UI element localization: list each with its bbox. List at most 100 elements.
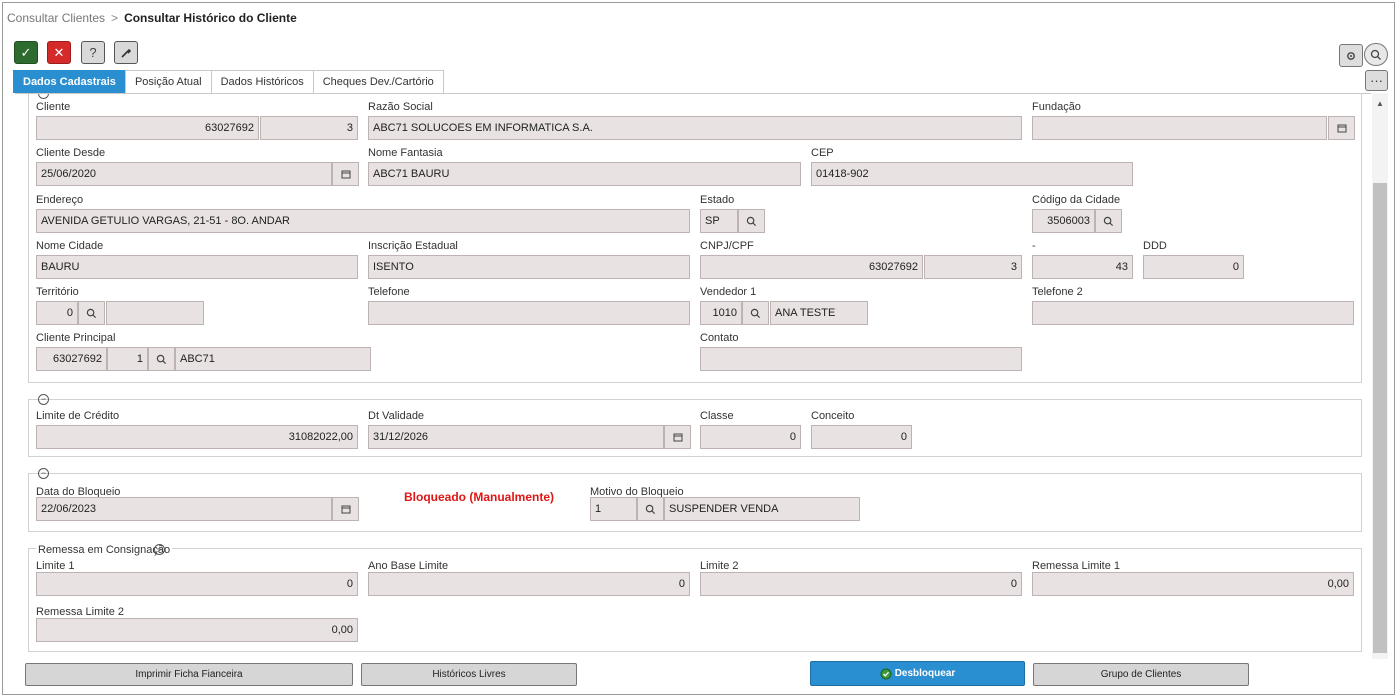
confirm-button[interactable]: ✓ [14, 41, 38, 64]
scrollbar-thumb[interactable] [1373, 183, 1387, 653]
data-bloqueio-calendar-button[interactable] [332, 497, 359, 521]
cep-field[interactable]: 01418-902 [811, 162, 1133, 186]
classe-field[interactable]: 0 [700, 425, 801, 449]
cidade-label: Nome Cidade [36, 240, 104, 252]
data-bloqueio-field[interactable]: 22/06/2023 [36, 497, 332, 521]
dt-validade-field[interactable]: 31/12/2026 [368, 425, 664, 449]
ie-field[interactable]: ISENTO [368, 255, 690, 279]
tab-dados-cadastrais[interactable]: Dados Cadastrais [13, 70, 126, 93]
search-button[interactable] [1364, 43, 1388, 66]
estado-label: Estado [700, 194, 735, 206]
fundacao-field[interactable] [1032, 116, 1327, 140]
vendedor-field[interactable]: 1010 [700, 301, 742, 325]
motivo-bloqueio-field[interactable]: 1 [590, 497, 637, 521]
classe-label: Classe [700, 410, 734, 422]
tab-bar: Dados Cadastrais Posição Atual Dados His… [13, 70, 444, 93]
contato-field[interactable] [700, 347, 1022, 371]
dt-validade-calendar-button[interactable] [664, 425, 691, 449]
cidade-field[interactable]: BAURU [36, 255, 358, 279]
estado-search-button[interactable] [738, 209, 765, 233]
close-icon: ✕ [53, 44, 65, 60]
collapse-icon[interactable]: − [38, 468, 49, 479]
search-icon [156, 354, 167, 364]
ddd-field[interactable]: 0 [1143, 255, 1244, 279]
limite1-field[interactable]: 0 [36, 572, 358, 596]
cliente-seq-field[interactable]: 3 [260, 116, 358, 140]
cancel-button[interactable]: ✕ [47, 41, 71, 64]
telefone-label: Telefone [368, 286, 410, 298]
gear-icon [1347, 51, 1355, 60]
tools-button[interactable] [114, 41, 138, 64]
cliente-principal-seq-field[interactable]: 1 [107, 347, 148, 371]
remessa-limite2-label: Remessa Limite 2 [36, 606, 125, 618]
panel-cadastro: − Cliente 63027692 3 Razão Social ABC71 … [28, 94, 1362, 383]
cliente-principal-nome-field[interactable]: ABC71 [175, 347, 371, 371]
remessa-limite1-field[interactable]: 0,00 [1032, 572, 1354, 596]
fantasia-field[interactable]: ABC71 BAURU [368, 162, 801, 186]
historicos-livres-button[interactable]: Históricos Livres [361, 663, 577, 686]
breadcrumb-separator: > [111, 11, 119, 25]
motivo-desc-field[interactable]: SUSPENDER VENDA [664, 497, 860, 521]
cnpj-label: CNPJ/CPF [700, 240, 754, 252]
vendedor-nome-field[interactable]: ANA TESTE [770, 301, 868, 325]
ano-base-field[interactable]: 0 [368, 572, 690, 596]
cod-cidade-search-button[interactable] [1095, 209, 1122, 233]
vendedor-label: Vendedor 1 [700, 286, 757, 298]
form-content: − Cliente 63027692 3 Razão Social ABC71 … [15, 93, 1371, 659]
collapse-icon[interactable]: − [38, 94, 49, 99]
cliente-desde-field[interactable]: 25/06/2020 [36, 162, 332, 186]
unlock-icon [880, 668, 892, 679]
collapse-icon[interactable]: − [38, 394, 49, 405]
cnpj-field[interactable]: 63027692 [700, 255, 923, 279]
tab-cheques[interactable]: Cheques Dev./Cartório [312, 70, 444, 93]
breadcrumb: Consultar Clientes > Consultar Histórico d… [7, 11, 297, 25]
limite2-field[interactable]: 0 [700, 572, 1022, 596]
panel-bloqueio: − Data do Bloqueio 22/06/2023 Bloqueado … [28, 468, 1362, 532]
settings-button[interactable] [1339, 44, 1363, 67]
search-icon [1103, 216, 1114, 226]
wrench-icon [121, 48, 132, 58]
conceito-field[interactable]: 0 [811, 425, 912, 449]
estado-field[interactable]: SP [700, 209, 738, 233]
collapse-icon[interactable]: − [154, 544, 165, 555]
dash-field[interactable]: 43 [1032, 255, 1133, 279]
territorio-label: Território [36, 286, 79, 298]
telefone-field[interactable] [368, 301, 690, 325]
motivo-search-button[interactable] [637, 497, 664, 521]
fundacao-label: Fundação [1032, 101, 1081, 113]
cliente-principal-field[interactable]: 63027692 [36, 347, 107, 371]
desbloquear-label: Desbloquear [894, 668, 956, 679]
more-options-button[interactable]: ··· [1365, 70, 1388, 91]
cliente-field[interactable]: 63027692 [36, 116, 259, 140]
cod-cidade-field[interactable]: 3506003 [1032, 209, 1095, 233]
cnpj-seq-field[interactable]: 3 [924, 255, 1022, 279]
tab-posicao-atual[interactable]: Posição Atual [124, 70, 212, 93]
endereco-field[interactable]: AVENIDA GETULIO VARGAS, 21-51 - 8O. ANDA… [36, 209, 690, 233]
remessa-limite1-label: Remessa Limite 1 [1032, 560, 1121, 572]
help-button[interactable]: ? [81, 41, 105, 64]
territorio-field[interactable]: 0 [36, 301, 78, 325]
calendar-icon [341, 170, 350, 179]
imprimir-ficha-button[interactable]: Imprimir Ficha Fianceira [25, 663, 353, 686]
scroll-up-icon[interactable]: ▲ [1376, 99, 1384, 108]
search-icon [1370, 49, 1381, 60]
remessa-limite2-field[interactable]: 0,00 [36, 618, 358, 642]
vertical-scrollbar[interactable]: ▲ [1372, 93, 1388, 659]
calendar-icon [1337, 124, 1346, 133]
razao-field[interactable]: ABC71 SOLUCOES EM INFORMATICA S.A. [368, 116, 1022, 140]
cliente-principal-search-button[interactable] [148, 347, 175, 371]
calendar-icon [673, 433, 682, 442]
contato-label: Contato [700, 332, 739, 344]
grupo-clientes-button[interactable]: Grupo de Clientes [1033, 663, 1249, 686]
territorio-desc-field[interactable] [106, 301, 204, 325]
breadcrumb-parent[interactable]: Consultar Clientes [7, 11, 105, 25]
limite-credito-field[interactable]: 31082022,00 [36, 425, 358, 449]
tab-dados-historicos[interactable]: Dados Históricos [210, 70, 314, 93]
telefone2-field[interactable] [1032, 301, 1354, 325]
limite2-label: Limite 2 [700, 560, 739, 572]
territorio-search-button[interactable] [78, 301, 105, 325]
cliente-desde-calendar-button[interactable] [332, 162, 359, 186]
desbloquear-button[interactable]: Desbloquear [810, 661, 1025, 686]
vendedor-search-button[interactable] [742, 301, 769, 325]
fundacao-calendar-button[interactable] [1328, 116, 1355, 140]
